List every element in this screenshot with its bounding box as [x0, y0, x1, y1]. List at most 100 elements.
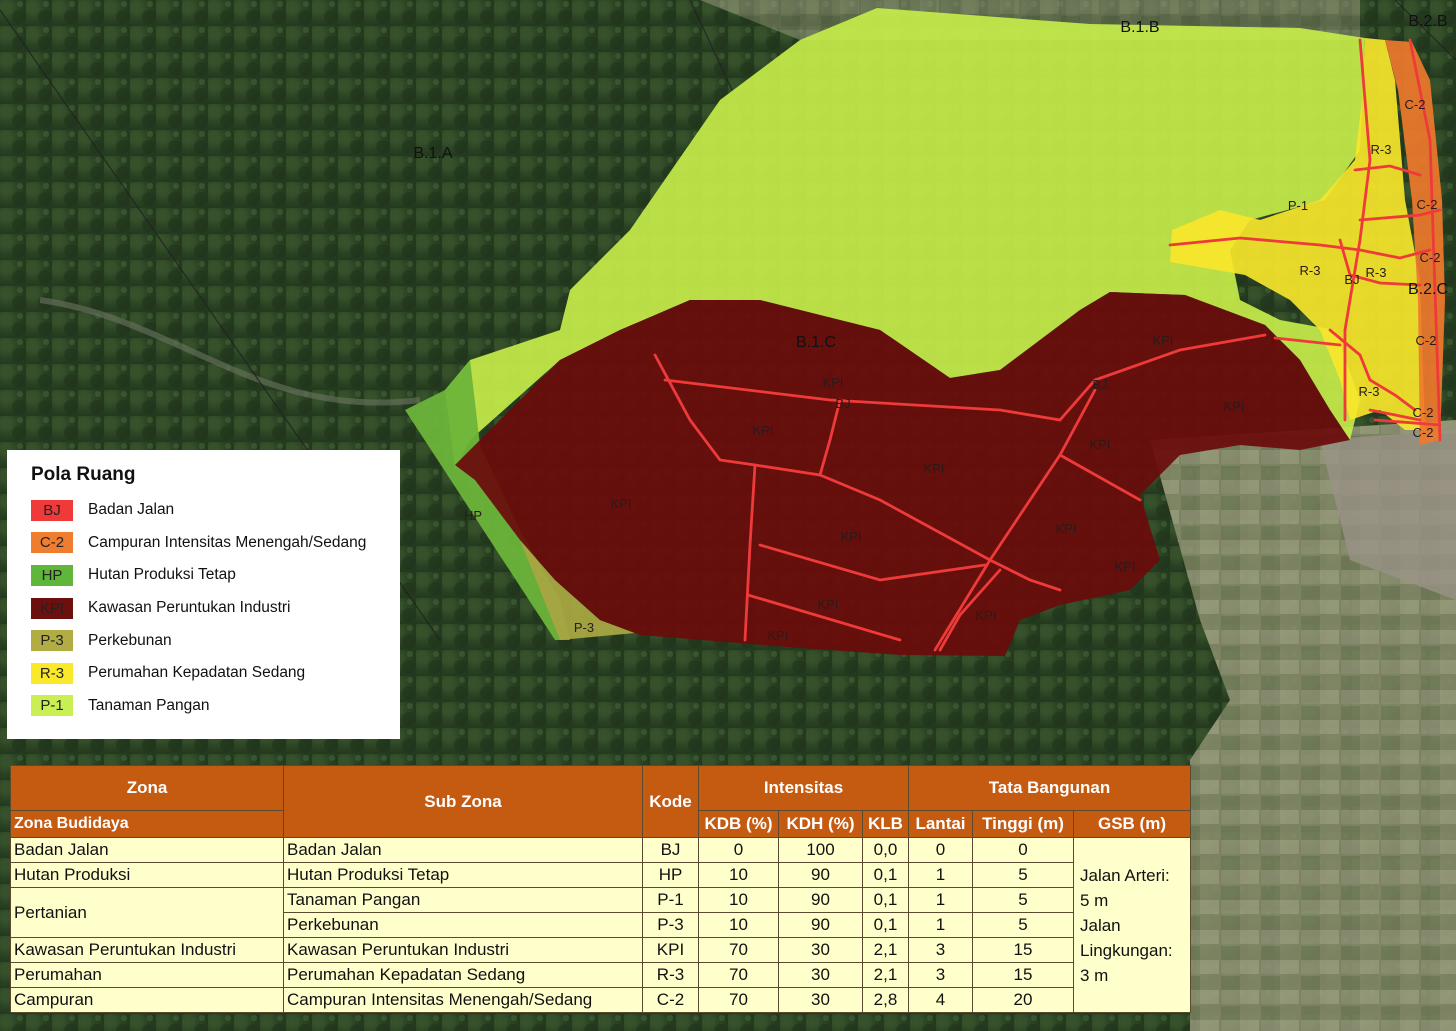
legend-item-p3: P-3 Perkebunan	[31, 624, 400, 657]
zone-label-kpi: KPI	[1153, 333, 1174, 348]
cell-zona: Perumahan	[10, 962, 284, 988]
zone-label-kpi: KPI	[1090, 437, 1111, 452]
cell-tinggi: 15	[972, 962, 1074, 988]
cell-klb: 0,1	[862, 912, 909, 938]
cell-lantai: 1	[908, 912, 973, 938]
zone-label-kpi: KPI	[976, 608, 997, 623]
header-lantai: Lantai	[908, 810, 973, 838]
legend-swatch-c2: C-2	[31, 532, 73, 554]
zone-label-c2: C-2	[1417, 197, 1438, 212]
cell-kdb: 0	[698, 837, 779, 863]
cell-tinggi: 20	[972, 987, 1074, 1013]
zone-label-bj: BJ	[1344, 272, 1359, 287]
legend-item-c2: C-2 Campuran Intensitas Menengah/Sedang	[31, 527, 400, 560]
cell-zona: Campuran	[10, 987, 284, 1013]
legend-swatch-hp: HP	[31, 564, 73, 586]
header-tata-bangunan: Tata Bangunan	[908, 765, 1191, 811]
zone-label-c2: C-2	[1413, 405, 1434, 420]
cell-lantai: 3	[908, 962, 973, 988]
cell-klb: 0,1	[862, 862, 909, 888]
legend-item-kpi: KPI Kawasan Peruntukan Industri	[31, 592, 400, 625]
zone-label-kpi: KPI	[924, 461, 945, 476]
legend-item-r3: R-3 Perumahan Kepadatan Sedang	[31, 657, 400, 690]
block-label: B.1.B	[1120, 19, 1159, 36]
gsb-line: Jalan Arteri:	[1080, 865, 1170, 885]
cell-lantai: 1	[908, 862, 973, 888]
cell-kode: KPI	[642, 937, 699, 963]
header-intensitas: Intensitas	[698, 765, 909, 811]
legend-item-bj: BJ Badan Jalan	[31, 494, 400, 527]
cell-kdb: 70	[698, 962, 779, 988]
cell-tinggi: 5	[972, 912, 1074, 938]
cell-kdh: 30	[778, 987, 863, 1013]
cell-kdb: 10	[698, 887, 779, 913]
zone-label-c2: C-2	[1420, 250, 1441, 265]
legend-swatch-kpi: KPI	[31, 597, 73, 619]
table-row: Perumahan Perumahan Kepadatan Sedang R-3…	[10, 962, 1191, 988]
block-label: B.2.B	[1408, 13, 1447, 30]
cell-kode: BJ	[642, 837, 699, 863]
legend-label: Hutan Produksi Tetap	[88, 566, 236, 584]
cell-tinggi: 15	[972, 937, 1074, 963]
legend-swatch-r3: R-3	[31, 662, 73, 684]
header-kode: Kode	[642, 765, 699, 838]
cell-sub-zona: Campuran Intensitas Menengah/Sedang	[283, 987, 643, 1013]
table-row: Badan Jalan Badan Jalan BJ 0 100 0,0 0 0…	[10, 837, 1191, 1013]
cell-sub-zona: Tanaman Pangan	[283, 887, 643, 913]
cell-kdb: 70	[698, 937, 779, 963]
cell-klb: 2,1	[862, 962, 909, 988]
cell-kdb: 70	[698, 987, 779, 1013]
header-zona-budidaya: Zona Budidaya	[10, 810, 284, 838]
header-klb: KLB	[862, 810, 909, 838]
cell-kode: HP	[642, 862, 699, 888]
zone-label-r3: R-3	[1300, 263, 1321, 278]
cell-zona: Kawasan Peruntukan Industri	[10, 937, 284, 963]
zone-label-kpi: KPI	[753, 423, 774, 438]
cell-tinggi: 5	[972, 887, 1074, 913]
table-row: Hutan Produksi Hutan Produksi Tetap HP 1…	[10, 862, 1191, 888]
legend-label: Badan Jalan	[88, 501, 175, 519]
block-label: B.1.A	[413, 145, 452, 162]
header-sub-zona: Sub Zona	[283, 765, 643, 838]
zone-label-bj: BJ	[835, 396, 850, 411]
legend-swatch-p3: P-3	[31, 630, 73, 652]
cell-sub-zona: Perumahan Kepadatan Sedang	[283, 962, 643, 988]
gsb-line: Jalan	[1080, 915, 1121, 935]
zone-label-r3: R-3	[1359, 384, 1380, 399]
header-gsb: GSB (m)	[1073, 810, 1191, 838]
legend-label: Campuran Intensitas Menengah/Sedang	[88, 533, 367, 551]
cell-kode: R-3	[642, 962, 699, 988]
cell-sub-zona: Badan Jalan	[283, 837, 643, 863]
legend-swatch-bj: BJ	[31, 499, 73, 521]
cell-kdh: 90	[778, 912, 863, 938]
cell-zona: Badan Jalan	[10, 837, 284, 863]
cell-lantai: 4	[908, 987, 973, 1013]
cell-lantai: 1	[908, 887, 973, 913]
cell-kdh: 90	[778, 862, 863, 888]
cell-klb: 2,1	[862, 937, 909, 963]
cell-tinggi: 5	[972, 862, 1074, 888]
zone-label-bj: BJ	[1092, 377, 1107, 392]
zone-label-kpi: KPI	[1115, 559, 1136, 574]
header-kdh: KDH (%)	[778, 810, 863, 838]
legend-item-p1: P-1 Tanaman Pangan	[31, 690, 400, 723]
cell-kdh: 90	[778, 887, 863, 913]
zone-label-kpi: KPI	[818, 597, 839, 612]
legend-swatch-p1: P-1	[31, 695, 73, 717]
table-row: Campuran Campuran Intensitas Menengah/Se…	[10, 987, 1191, 1013]
legend-label: Perumahan Kepadatan Sedang	[88, 664, 306, 682]
map-legend: Pola Ruang BJ Badan Jalan C-2 Campuran I…	[7, 450, 400, 739]
cell-tinggi: 0	[972, 837, 1074, 863]
zone-label-r3: R-3	[1366, 265, 1387, 280]
zone-label-kpi: KPI	[768, 628, 789, 643]
cell-kode: P-3	[642, 912, 699, 938]
cell-kdh: 100	[778, 837, 863, 863]
legend-label: Kawasan Peruntukan Industri	[88, 599, 291, 617]
cell-zona: Hutan Produksi	[10, 862, 284, 888]
cell-kdb: 10	[698, 912, 779, 938]
zone-label-c2: C-2	[1416, 333, 1437, 348]
block-label: B.2.C	[1408, 281, 1448, 298]
zoning-regulation-table: Zona Sub Zona Kode Intensitas Tata Bangu…	[10, 765, 1191, 1013]
zone-label-kpi: KPI	[1224, 399, 1245, 414]
zone-label-kpi: KPI	[1056, 521, 1077, 536]
